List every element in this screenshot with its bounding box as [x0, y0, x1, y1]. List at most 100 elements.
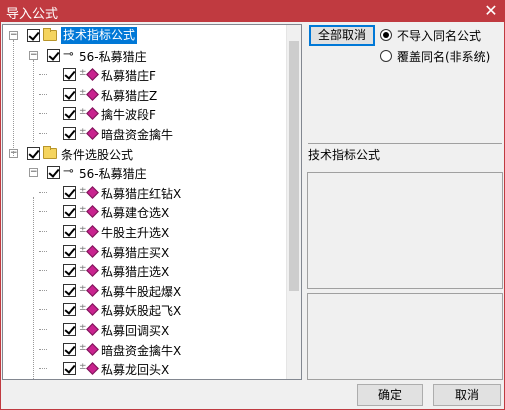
tree-item-label: 私募妖股起飞X	[101, 304, 182, 319]
tree-row[interactable]: ± 暗盘资金擒牛X	[3, 340, 287, 359]
tree-connector	[39, 211, 47, 213]
tree-item-checkbox[interactable]	[27, 146, 40, 160]
tree-row[interactable]: − ⊸ 56-私募猎庄	[3, 163, 287, 182]
formula-icon	[86, 68, 99, 82]
tree-item-label: 技术指标公式	[61, 27, 138, 44]
folder-icon	[43, 28, 57, 41]
formula-prefix-icon: ±	[79, 244, 87, 255]
tree-connector	[39, 368, 47, 370]
tree-connector	[39, 348, 47, 350]
no-import-same-radio[interactable]	[380, 29, 392, 41]
tree-item-label: 条件选股公式	[61, 147, 134, 162]
tree-item-checkbox[interactable]	[47, 166, 60, 180]
tree-item-checkbox[interactable]	[63, 127, 76, 140]
formula-prefix-icon: ±	[79, 127, 87, 137]
tree-row[interactable]: − ⊸ 56-私募猎庄	[3, 46, 287, 65]
tree-row[interactable]: ± 私募猎庄选X	[3, 261, 287, 280]
dialog-client-area: − 技术指标公式 − ⊸ 56-私募猎庄 ± 私募猎庄F ± 私募猎庄Z ± 擒牛波段F ± 暗盘资金擒…	[1, 22, 504, 409]
tree-row[interactable]: − 技术指标公式	[3, 26, 287, 45]
cancel-button[interactable]: 取消	[433, 384, 501, 406]
tree-connector	[33, 60, 34, 142]
tree-item-checkbox[interactable]	[27, 29, 40, 42]
title-bar: 导入公式 ✕	[0, 0, 505, 22]
tree-connector	[33, 197, 34, 379]
tree-item-label: 私募猎庄买X	[101, 245, 170, 260]
expander-toggle[interactable]: −	[29, 50, 38, 60]
tree-item-checkbox[interactable]	[63, 264, 76, 278]
formula-info-box	[307, 172, 503, 289]
tree-item-checkbox[interactable]	[63, 225, 76, 238]
formula-icon	[86, 185, 99, 199]
tree-connector	[13, 40, 14, 158]
tree-row[interactable]: ± 暗盘资金擒牛	[3, 124, 287, 143]
overwrite-same-radio[interactable]	[380, 50, 392, 62]
tree-item-label: 私募回调买X	[101, 324, 170, 338]
tree-item-checkbox[interactable]	[47, 48, 60, 62]
tree-item-label: 56-私募猎庄	[79, 167, 147, 182]
tree-item-label: 56-私募猎庄	[79, 49, 147, 64]
formula-icon	[86, 127, 99, 140]
tree-row[interactable]: − 条件选股公式	[3, 144, 287, 163]
formula-icon	[86, 87, 99, 101]
tree-item-checkbox[interactable]	[63, 283, 76, 297]
formula-icon	[86, 362, 99, 376]
tree-item-label: 私募猎庄选X	[101, 265, 170, 280]
tree-item-checkbox[interactable]	[63, 362, 76, 376]
tree-item-label: 私募牛股起爆X	[101, 284, 182, 299]
tree-row[interactable]: ± 私募龙回头X	[3, 359, 287, 378]
formula-desc-box	[307, 293, 503, 380]
tree-row[interactable]: ± 私募牛股起爆X	[3, 281, 287, 300]
no-import-same-label: 不导入同名公式	[397, 29, 482, 43]
close-icon[interactable]: ✕	[481, 1, 501, 21]
tree-connector	[39, 231, 47, 232]
formula-prefix-icon: ±	[79, 225, 87, 235]
tree-connector	[39, 113, 47, 115]
formula-prefix-icon: ±	[79, 283, 87, 294]
tree-item-label: 牛股主升选X	[101, 226, 170, 240]
tree-row[interactable]: ± 擒牛波段F	[3, 104, 287, 123]
tree-item-checkbox[interactable]	[63, 185, 76, 199]
formula-icon	[86, 323, 99, 336]
tree-connector	[39, 270, 47, 272]
tree-row[interactable]: ± 私募猎庄F	[3, 65, 287, 84]
tree-row[interactable]: ± 牛股主升选X	[3, 222, 287, 241]
tree-item-label: 擒牛波段F	[101, 108, 156, 123]
key-icon: ⊸	[63, 46, 74, 62]
tree-item-checkbox[interactable]	[63, 205, 76, 219]
formula-icon	[86, 264, 99, 278]
tree-connector	[39, 250, 47, 252]
tree-connector	[39, 309, 47, 311]
tree-row[interactable]: ± 私募妖股起飞X	[3, 300, 287, 319]
tree-connector	[39, 93, 47, 95]
tree-item-label: 私募建仓选X	[101, 206, 170, 221]
tree-row[interactable]: ± 私募回调买X	[3, 320, 287, 339]
tree-item-label: 私募龙回头X	[101, 363, 170, 378]
scrollbar-thumb[interactable]	[289, 41, 299, 291]
formula-icon	[86, 283, 99, 297]
tree-item-checkbox[interactable]	[63, 107, 76, 121]
tree-scrollbar[interactable]	[286, 25, 301, 379]
tree-connector	[39, 289, 47, 291]
tree-row[interactable]: ± 私募猎庄Z	[3, 85, 287, 104]
tree-item-label: 私募猎庄Z	[101, 88, 158, 103]
formula-prefix-icon: ±	[79, 362, 87, 373]
category-label: 技术指标公式	[308, 143, 502, 167]
tree-item-checkbox[interactable]	[63, 87, 76, 101]
tree-row[interactable]: ± 私募猎庄红钻X	[3, 183, 287, 202]
tree-item-checkbox[interactable]	[63, 244, 76, 258]
tree-row[interactable]: ± 私募猎庄买X	[3, 242, 287, 261]
formula-tree[interactable]: − 技术指标公式 − ⊸ 56-私募猎庄 ± 私募猎庄F ± 私募猎庄Z ± 擒牛波段F ± 暗盘资金擒…	[2, 24, 302, 380]
formula-prefix-icon: ±	[79, 264, 87, 275]
expander-toggle[interactable]: −	[9, 31, 18, 40]
import-formula-dialog: 导入公式 ✕ − 技术指标公式 − ⊸ 56-私募猎庄 ± 私募猎庄F ± 私募猎庄Z ± 擒牛波段…	[0, 0, 505, 410]
tree-connector	[39, 329, 47, 330]
tree-row[interactable]: ± 私募建仓选X	[3, 202, 287, 221]
tree-item-checkbox[interactable]	[63, 68, 76, 82]
deselect-all-button[interactable]: 全部取消	[309, 25, 375, 46]
tree-item-checkbox[interactable]	[63, 342, 76, 356]
tree-item-checkbox[interactable]	[63, 323, 76, 336]
tree-item-checkbox[interactable]	[63, 303, 76, 317]
expander-toggle[interactable]: −	[29, 168, 38, 178]
ok-button[interactable]: 确定	[357, 384, 423, 406]
formula-prefix-icon: ±	[79, 342, 87, 353]
